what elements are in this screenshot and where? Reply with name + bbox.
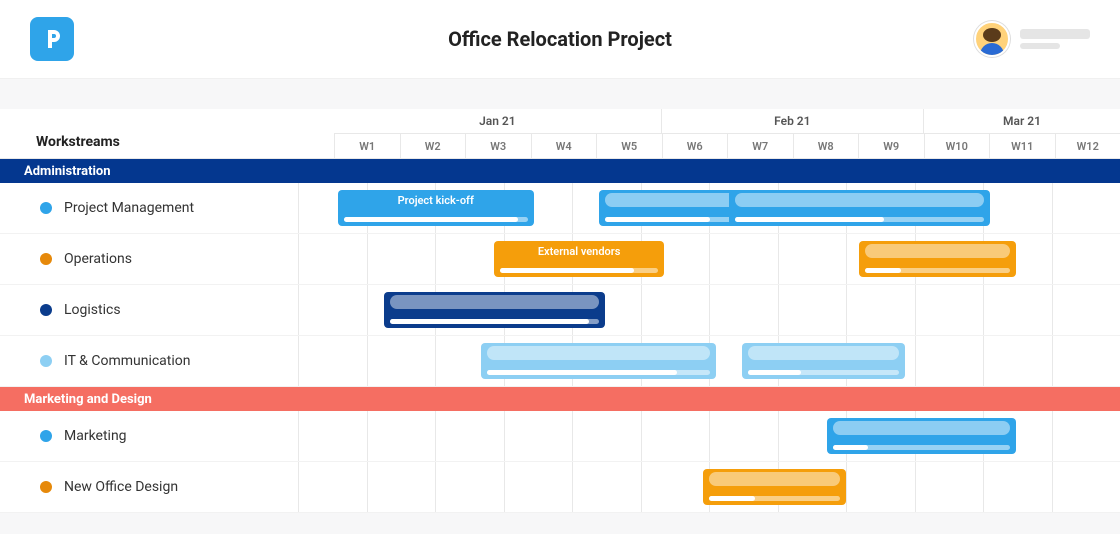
workstream-track (338, 336, 1120, 386)
gantt-bar-label (709, 472, 840, 486)
workstream-row: Project Management Project kick-off (0, 183, 1120, 234)
week-label: W9 (858, 134, 924, 158)
workstream-track (338, 411, 1120, 461)
workstream-track (338, 462, 1120, 512)
workstream-color-dot (40, 355, 52, 367)
page-title: Office Relocation Project (0, 27, 1120, 51)
week-label: W3 (465, 134, 531, 158)
gantt-bar[interactable] (827, 418, 1016, 454)
week-label: W5 (596, 134, 662, 158)
group-header-admin[interactable]: Administration (0, 159, 1120, 183)
gantt-bar-progress (709, 496, 840, 501)
gantt-bar[interactable] (859, 241, 1015, 277)
gantt-bar[interactable] (384, 292, 606, 328)
workstream-label: Project Management (0, 200, 338, 216)
user-name-placeholder (1020, 29, 1090, 39)
workstream-color-dot (40, 481, 52, 493)
workstream-name: Project Management (64, 200, 194, 216)
gantt-bar-progress (500, 268, 657, 273)
gantt-bar-label (390, 295, 600, 309)
gantt-header: Workstreams Jan 21Feb 21Mar 21 W1W2W3W4W… (0, 109, 1120, 159)
gantt-bar-label: Project kick-off (344, 193, 528, 207)
workstream-track (338, 285, 1120, 335)
workstream-name: Marketing (64, 428, 127, 444)
month-label: Mar 21 (923, 109, 1120, 133)
gantt-bar-progress (748, 370, 899, 375)
user-meta (1020, 29, 1090, 49)
app-header: Office Relocation Project (0, 0, 1120, 79)
months-row: Jan 21Feb 21Mar 21 (334, 109, 1120, 134)
gantt-chart: Workstreams Jan 21Feb 21Mar 21 W1W2W3W4W… (0, 109, 1120, 513)
week-label: W6 (662, 134, 728, 158)
workstream-label: Logistics (0, 302, 338, 318)
workstream-label: Marketing (0, 428, 338, 444)
week-label: W4 (531, 134, 597, 158)
user-menu[interactable] (974, 21, 1090, 57)
gantt-bar-label: External vendors (500, 244, 657, 258)
gantt-bar-label (833, 421, 1010, 435)
workstream-track: External vendors (338, 234, 1120, 284)
workstream-color-dot (40, 430, 52, 442)
workstream-row: Operations External vendors (0, 234, 1120, 285)
week-label: W11 (989, 134, 1055, 158)
weeks-row: W1W2W3W4W5W6W7W8W9W10W11W12 (334, 134, 1120, 158)
workstream-color-dot (40, 304, 52, 316)
week-label: W2 (400, 134, 466, 158)
workstream-label: New Office Design (0, 479, 338, 495)
gantt-bar-progress (344, 217, 528, 222)
workstream-label: Operations (0, 251, 338, 267)
workstream-name: New Office Design (64, 479, 178, 495)
gantt-bar[interactable] (729, 190, 990, 226)
gantt-bar-label (487, 346, 710, 360)
gantt-bar-progress (390, 319, 600, 324)
gantt-bar-progress (865, 268, 1009, 273)
week-label: W1 (334, 134, 400, 158)
user-role-placeholder (1020, 43, 1060, 49)
workstream-row: Logistics (0, 285, 1120, 336)
month-label: Feb 21 (661, 109, 923, 133)
workstream-name: Logistics (64, 302, 121, 318)
month-label: Jan 21 (334, 109, 661, 133)
gantt-bar-label (748, 346, 899, 360)
gantt-bar-label (865, 244, 1009, 258)
workstream-color-dot (40, 253, 52, 265)
workstream-row: Marketing (0, 411, 1120, 462)
workstream-row: New Office Design (0, 462, 1120, 513)
gantt-bar[interactable]: External vendors (494, 241, 663, 277)
week-label: W7 (727, 134, 793, 158)
gantt-body: AdministrationProject ManagementProject … (0, 159, 1120, 513)
workstream-color-dot (40, 202, 52, 214)
gantt-bar[interactable]: Project kick-off (338, 190, 534, 226)
avatar (974, 21, 1010, 57)
workstream-row: IT & Communication (0, 336, 1120, 387)
gantt-bar-progress (735, 217, 984, 222)
gantt-bar-progress (833, 445, 1010, 450)
gantt-bar-label (735, 193, 984, 207)
week-label: W10 (924, 134, 990, 158)
workstreams-heading: Workstreams (0, 109, 334, 158)
group-header-mkt[interactable]: Marketing and Design (0, 387, 1120, 411)
gantt-bar[interactable] (742, 343, 905, 379)
gantt-bar-progress (487, 370, 710, 375)
workstream-name: IT & Communication (64, 353, 191, 369)
gantt-bar[interactable] (481, 343, 716, 379)
gantt-bar[interactable] (703, 469, 846, 505)
workstream-name: Operations (64, 251, 132, 267)
week-label: W8 (793, 134, 859, 158)
gantt-timescale: Jan 21Feb 21Mar 21 W1W2W3W4W5W6W7W8W9W10… (334, 109, 1120, 158)
workstream-track: Project kick-off (338, 183, 1120, 233)
week-label: W12 (1055, 134, 1120, 158)
workstream-label: IT & Communication (0, 353, 338, 369)
logo-icon (40, 27, 64, 51)
app-logo[interactable] (30, 17, 74, 61)
